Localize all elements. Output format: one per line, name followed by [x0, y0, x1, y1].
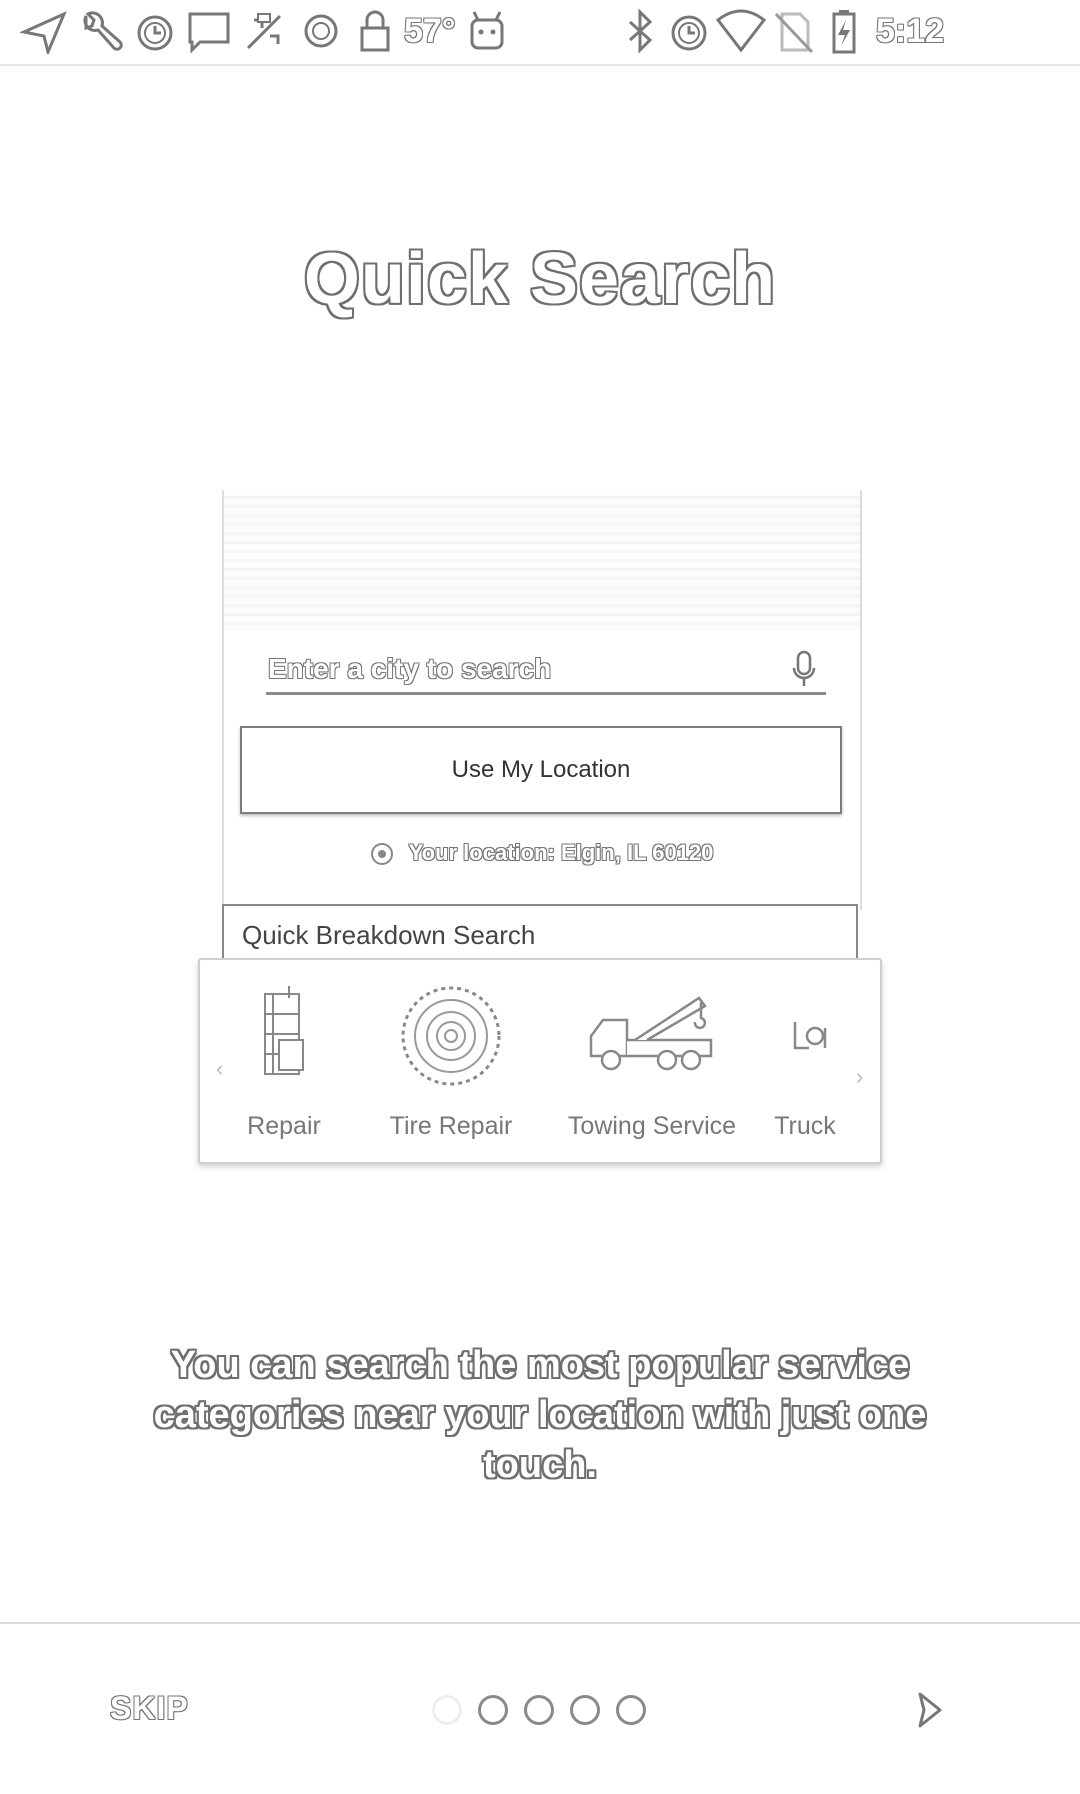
- alarm-icon: [664, 8, 714, 54]
- lock-icon: [350, 8, 400, 54]
- truck-icon: [793, 1022, 827, 1050]
- tow-truck-icon: [589, 996, 713, 1071]
- skip-button[interactable]: SKIP: [110, 1690, 189, 1727]
- weather-icon: [240, 8, 290, 54]
- microphone-icon[interactable]: [790, 650, 818, 690]
- use-my-location-button[interactable]: Use My Location: [240, 726, 842, 814]
- city-search-input[interactable]: [266, 646, 770, 692]
- your-location-text: Your location: Elgin, IL 60120: [408, 840, 714, 865]
- city-search-field[interactable]: [266, 646, 826, 695]
- alarm-icon: [130, 8, 180, 54]
- tire-icon: [401, 986, 501, 1086]
- repair-icon: [264, 986, 304, 1075]
- chevron-right-icon[interactable]: ›: [856, 1064, 863, 1090]
- quick-search-preview: Use My Location Your location: Elgin, IL…: [222, 490, 862, 910]
- page-dot: [570, 1695, 600, 1725]
- android-icon: [462, 8, 512, 54]
- wrench-icon: [76, 8, 126, 54]
- category-truck[interactable]: Truck: [760, 984, 850, 1141]
- category-label: Towing Service: [567, 1112, 737, 1140]
- navigation-icon: [18, 8, 68, 57]
- category-label: Truck: [774, 1112, 836, 1140]
- footer-divider: [0, 1622, 1080, 1624]
- category-tire-repair[interactable]: Tire Repair: [376, 984, 526, 1141]
- status-bar: 57° 5:12: [0, 0, 1080, 66]
- clock-time: 5:12: [876, 12, 945, 50]
- page-dot-active: [432, 1695, 462, 1725]
- category-label: Tire Repair: [389, 1112, 513, 1140]
- battery-charging-icon: [818, 8, 868, 54]
- onboarding-description: You can search the most popular service …: [153, 1344, 927, 1486]
- next-chevron-icon[interactable]: [910, 1688, 950, 1732]
- circle-icon: [296, 8, 346, 54]
- wifi-icon: [715, 8, 767, 54]
- quick-breakdown-search-header: Quick Breakdown Search: [222, 904, 858, 960]
- no-sim-icon: [768, 8, 818, 54]
- temperature-text: 57°: [404, 12, 456, 50]
- page-dot: [616, 1695, 646, 1725]
- category-repair[interactable]: Repair: [234, 984, 334, 1141]
- category-label: Repair: [247, 1112, 321, 1140]
- chat-icon: [184, 8, 234, 54]
- chevron-left-icon[interactable]: ‹: [216, 1056, 223, 1082]
- location-dot-icon: [370, 843, 393, 866]
- preview-header-image: [224, 490, 860, 630]
- bluetooth-icon: [616, 8, 666, 54]
- category-towing-service[interactable]: Towing Service: [562, 984, 742, 1141]
- your-location-row: Your location: Elgin, IL 60120: [224, 840, 860, 866]
- page-dot: [478, 1695, 508, 1725]
- page-title: Quick Search: [303, 239, 777, 319]
- category-carousel: ‹ Repair Tire Repair Towing Service Truc…: [198, 958, 882, 1164]
- page-dot: [524, 1695, 554, 1725]
